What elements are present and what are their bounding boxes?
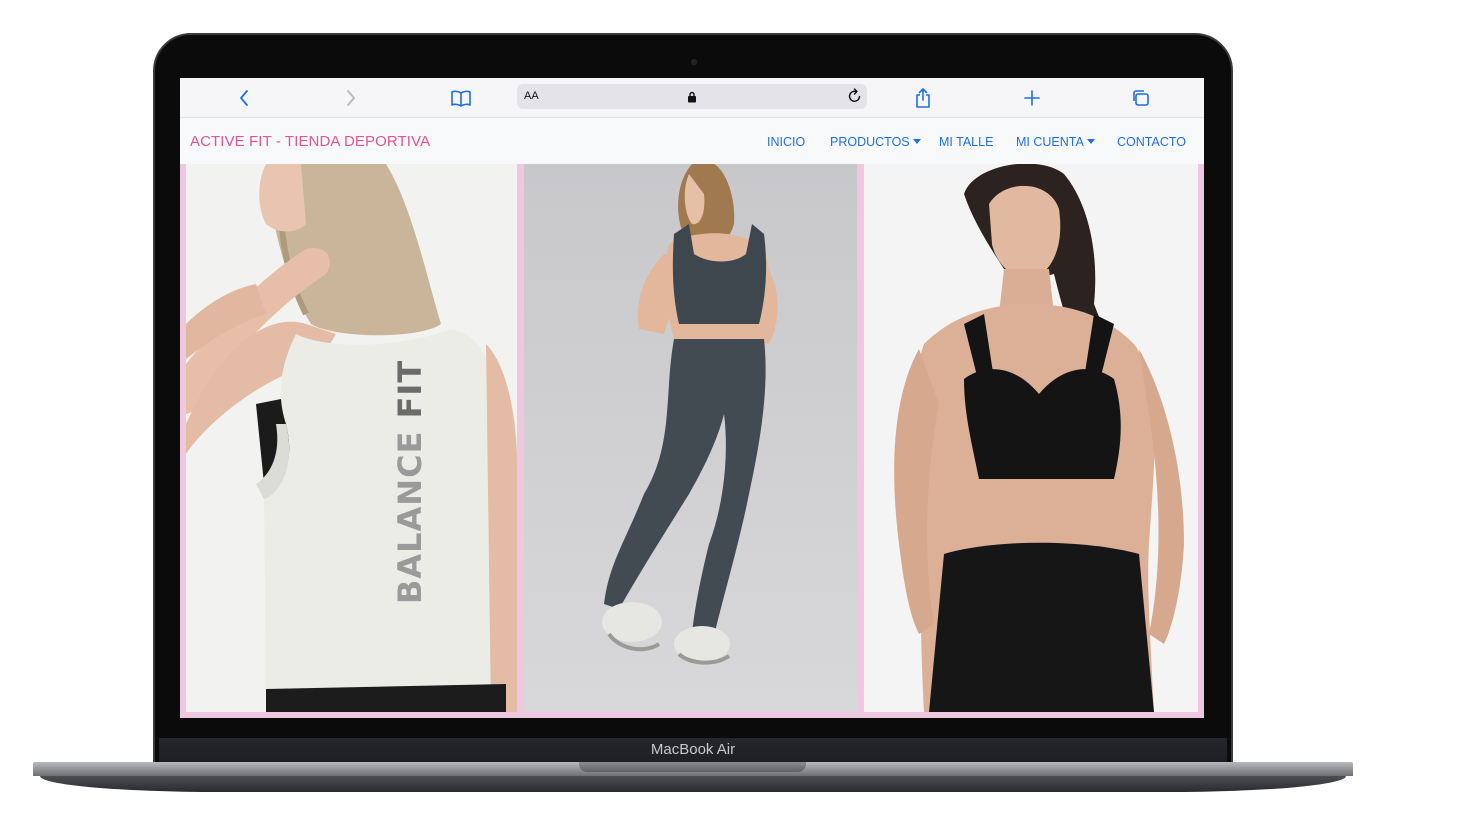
device-label: MacBook Air bbox=[650, 741, 736, 758]
address-bar[interactable]: AA bbox=[517, 84, 867, 109]
tank-top-illustration bbox=[186, 164, 517, 712]
product-photo-sports-bra[interactable] bbox=[864, 164, 1198, 712]
product-photo-leggings-set[interactable] bbox=[524, 164, 857, 712]
nav-mi-cuenta[interactable]: MI CUENTA bbox=[1016, 135, 1095, 149]
share-icon[interactable] bbox=[910, 86, 936, 110]
site-navbar: ACTIVE FIT - TIENDA DEPORTIVA INICIO PRO… bbox=[180, 118, 1204, 164]
nav-label: MI CUENTA bbox=[1016, 135, 1084, 149]
back-icon[interactable] bbox=[231, 86, 257, 110]
shirt-print: BALANCE FIT bbox=[391, 360, 431, 604]
site-brand[interactable]: ACTIVE FIT - TIENDA DEPORTIVA bbox=[190, 133, 430, 150]
nav-inicio[interactable]: INICIO bbox=[767, 135, 805, 149]
sports-bra-illustration bbox=[864, 164, 1198, 712]
leggings-set-illustration bbox=[524, 164, 857, 712]
laptop-base-shadow bbox=[40, 776, 1346, 792]
camera bbox=[691, 59, 697, 65]
browser-screen: AA ACTIVE FIT - TIENDA DEPORTIVA INICIO … bbox=[180, 78, 1204, 718]
shirt-print-word: FIT bbox=[391, 359, 429, 419]
nav-label: CONTACTO bbox=[1117, 135, 1186, 149]
lock-icon bbox=[687, 90, 697, 108]
bookmarks-icon[interactable] bbox=[448, 86, 474, 110]
text-size-button[interactable]: AA bbox=[524, 90, 539, 102]
reload-icon[interactable] bbox=[847, 87, 863, 110]
product-photo-tank-top[interactable]: BALANCE FIT bbox=[186, 164, 517, 712]
nav-productos[interactable]: PRODUCTOS bbox=[830, 135, 921, 149]
nav-label: PRODUCTOS bbox=[830, 135, 910, 149]
nav-mi-talle[interactable]: MI TALLE bbox=[939, 135, 993, 149]
nav-label: INICIO bbox=[767, 135, 806, 149]
caret-down-icon bbox=[912, 139, 921, 144]
shirt-print-word: BALANCE bbox=[391, 430, 429, 604]
forward-icon[interactable] bbox=[338, 86, 364, 110]
nav-contacto[interactable]: CONTACTO bbox=[1117, 135, 1186, 149]
laptop-notch bbox=[579, 762, 806, 772]
new-tab-icon[interactable] bbox=[1019, 86, 1045, 110]
nav-label: MI TALLE bbox=[939, 135, 994, 149]
caret-down-icon bbox=[1086, 139, 1095, 144]
device-mockup: MacBook Air AA ACTIVE FIT - TIENDA DEPOR… bbox=[0, 0, 1481, 833]
tabs-icon[interactable] bbox=[1128, 86, 1154, 110]
browser-toolbar: AA bbox=[180, 78, 1204, 118]
